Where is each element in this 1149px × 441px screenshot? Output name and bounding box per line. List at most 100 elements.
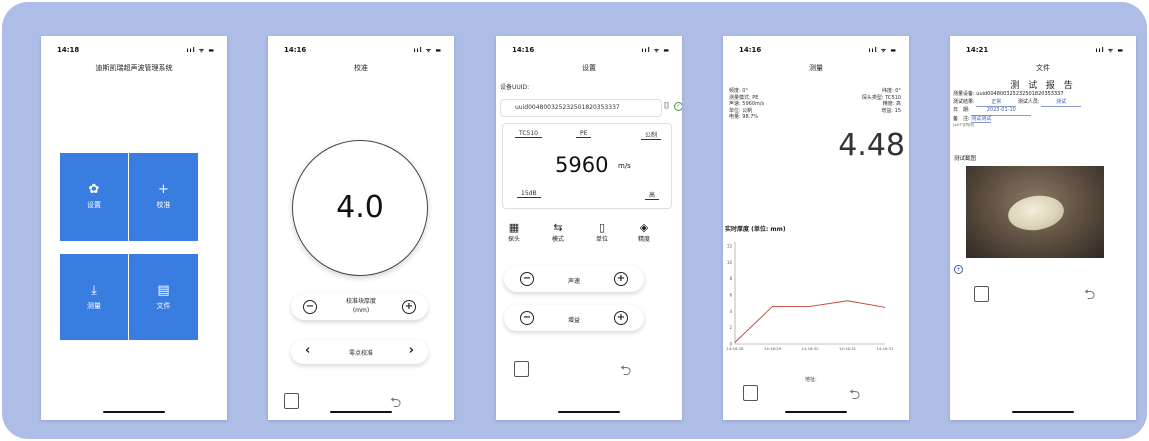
- import-settings-icon[interactable]: [514, 361, 529, 377]
- settings-screen: 14:16 ııl ᯤ ▬ 设置 设备UUID: uuid00480032523…: [496, 36, 682, 420]
- x-tick-label: 14:16:31: [839, 346, 857, 351]
- unit-value[interactable]: 公制: [640, 130, 661, 140]
- velocity-value: 5960: [555, 153, 609, 177]
- person-value[interactable]: 测试: [1041, 99, 1082, 107]
- home-screen: 14:18 ııl ᯤ ▬ 迪斯凯瑞超声波管理系统 ✿ 设置 + 校准 ⤓ 测量…: [41, 36, 227, 420]
- speed-label: 声速: [567, 278, 580, 285]
- plus-circle-icon[interactable]: +: [614, 272, 628, 286]
- status-time: 14:16: [512, 46, 535, 54]
- device-label: 测量设备:: [953, 91, 975, 97]
- person-label: 测试人员:: [1017, 98, 1040, 105]
- tab-mode[interactable]: ⇆ 模式: [544, 221, 572, 243]
- signal-wifi-battery-icon: ııl ᯤ ▬: [413, 47, 442, 54]
- minus-circle-icon[interactable]: −: [520, 311, 534, 325]
- screenshot-label: 测试截图: [954, 156, 977, 162]
- probe-value[interactable]: TC510: [515, 130, 542, 138]
- plus-circle-icon[interactable]: +: [402, 300, 416, 314]
- tab-unit[interactable]: ▯ 单位: [588, 221, 616, 243]
- signal-wifi-battery-icon: ııl ᯤ ▬: [186, 47, 215, 54]
- y-tick-label: 6: [729, 293, 732, 298]
- y-tick-label: 8: [729, 276, 732, 281]
- date-value[interactable]: 2023-01-10: [971, 107, 1032, 116]
- home-indicator: [103, 411, 165, 413]
- showcase-background: 14:18 ııl ᯤ ▬ 迪斯凯瑞超声波管理系统 ✿ 设置 + 校准 ⤓ 测量…: [2, 2, 1147, 439]
- save-icon[interactable]: [974, 286, 989, 302]
- status-time: 14:18: [57, 46, 80, 54]
- tab-label: 模式: [551, 236, 564, 243]
- page-title: 测量: [809, 64, 823, 72]
- remark-value[interactable]: 测试测试: [971, 115, 992, 123]
- signal-wifi-battery-icon: ııl ᯤ ▬: [1095, 47, 1124, 54]
- thickness-label: 校准块厚度 (mm): [345, 298, 376, 314]
- gear-icon: ✿: [88, 182, 100, 197]
- y-tick-label: 4: [729, 309, 732, 314]
- back-arrow-icon[interactable]: ⮌: [1084, 284, 1095, 308]
- import-settings-icon[interactable]: [284, 393, 299, 409]
- save-icon[interactable]: [743, 385, 758, 401]
- home-indicator: [558, 411, 620, 413]
- scan-icon[interactable]: ⌷: [664, 101, 669, 111]
- info-line: 声速: 5960m/s: [729, 101, 765, 107]
- calibration-screen: 14:16 ııl ᯤ ▬ 校准 4.0 − 校准块厚度 (mm) + ‹ 零点…: [268, 36, 454, 420]
- zero-calibration-label: 零点校准: [348, 350, 373, 357]
- info-line: 电量: 98.7%: [729, 114, 759, 120]
- thickness-control: − 校准块厚度 (mm) +: [291, 293, 428, 320]
- result-row: 测试结果: 正常 测试人员: 测试: [953, 98, 1133, 107]
- minus-circle-icon[interactable]: −: [303, 300, 317, 314]
- plus-circle-icon[interactable]: +: [614, 311, 628, 325]
- tile-label: 文件: [156, 302, 171, 310]
- page-title: 迪斯凯瑞超声波管理系统: [95, 64, 173, 72]
- calibration-value-display: 4.0: [292, 140, 428, 276]
- plus-icon: +: [158, 182, 169, 197]
- velocity-unit: m/s: [618, 162, 631, 170]
- uuid-field[interactable]: uuid004800325232501820353337: [500, 99, 662, 117]
- device-row: 测量设备: uuid004800325232501820353337: [953, 91, 1133, 99]
- gain-value[interactable]: 15dB: [517, 190, 541, 198]
- tab-probe[interactable]: ▦ 探头: [500, 221, 528, 243]
- file-report-screen: 14:21 ııl ᯤ ▬ 文件 测 试 报 告 测量设备: uuid00480…: [950, 36, 1136, 420]
- report-fields: 测量设备: uuid004800325232501820353337 测试结果:…: [953, 91, 1133, 127]
- left-info-block: 频度: 0° 测量模式: PE 声速: 5960m/s 单位: 公制 电量: 9…: [729, 88, 764, 121]
- settings-tile[interactable]: ✿ 设置: [60, 153, 128, 241]
- uuid-label: 设备UUID:: [500, 84, 530, 91]
- remark-row: 备 注: 测试测试: [953, 115, 1133, 124]
- measure-tile[interactable]: ⤓ 测量: [60, 254, 128, 340]
- uuid-value: uuid004800325232501820353337: [515, 104, 620, 111]
- status-time: 14:16: [284, 46, 307, 54]
- back-arrow-icon[interactable]: ⮌: [849, 384, 860, 408]
- thickness-series-line: [734, 300, 886, 343]
- signal-wifi-battery-icon: ııl ᯤ ▬: [641, 47, 670, 54]
- mode-value[interactable]: PE: [576, 130, 592, 138]
- files-tile[interactable]: ▤ 文件: [129, 254, 198, 340]
- tile-label: 校准: [156, 201, 171, 209]
- minus-circle-icon[interactable]: −: [520, 272, 534, 286]
- swap-icon: ⇆: [553, 221, 563, 234]
- home-indicator: [330, 411, 392, 413]
- tab-precision[interactable]: ◈ 精度: [630, 221, 658, 243]
- precision-value[interactable]: 高: [644, 190, 659, 200]
- home-indicator: [1012, 411, 1074, 413]
- calibrate-tile[interactable]: + 校准: [129, 153, 198, 241]
- thickness-chart: 02468101214:16:28 14:16:29 14:16:30 14:16:3…: [726, 242, 894, 351]
- x-tick-label: 14:16:29: [764, 346, 782, 351]
- tile-label: 设置: [87, 201, 101, 209]
- tab-label: 探头: [507, 236, 520, 243]
- page-title: 文件: [1036, 64, 1050, 72]
- page-title: 校准: [354, 64, 368, 72]
- signal-wifi-battery-icon: ııl ᯤ ▬: [868, 47, 897, 54]
- gain-control: − 增益 +: [504, 305, 644, 331]
- back-arrow-icon[interactable]: ⮌: [620, 360, 631, 384]
- status-bar: 14:16 ııl ᯤ ▬: [496, 36, 682, 54]
- status-time: 14:16: [739, 46, 762, 54]
- ruler-icon: ▯: [598, 221, 606, 234]
- right-info-block: 纬度: 0° 探头类型: TC510 精度: 高 增益: 15: [862, 88, 901, 114]
- result-value[interactable]: 正常: [976, 99, 1017, 107]
- zero-calibration-control: ‹ 零点校准 ›: [291, 340, 428, 364]
- chevron-left-icon[interactable]: ‹: [305, 343, 310, 358]
- status-bar: 14:16 ııl ᯤ ▬: [723, 36, 909, 54]
- grid-icon: ▦: [508, 221, 520, 234]
- chevron-right-icon[interactable]: ›: [409, 343, 414, 358]
- settings-summary-card: TC510 PE 公制 5960 m/s 15dB 高: [502, 123, 672, 209]
- add-image-icon[interactable]: +: [954, 265, 963, 274]
- tab-label: 精度: [637, 236, 650, 243]
